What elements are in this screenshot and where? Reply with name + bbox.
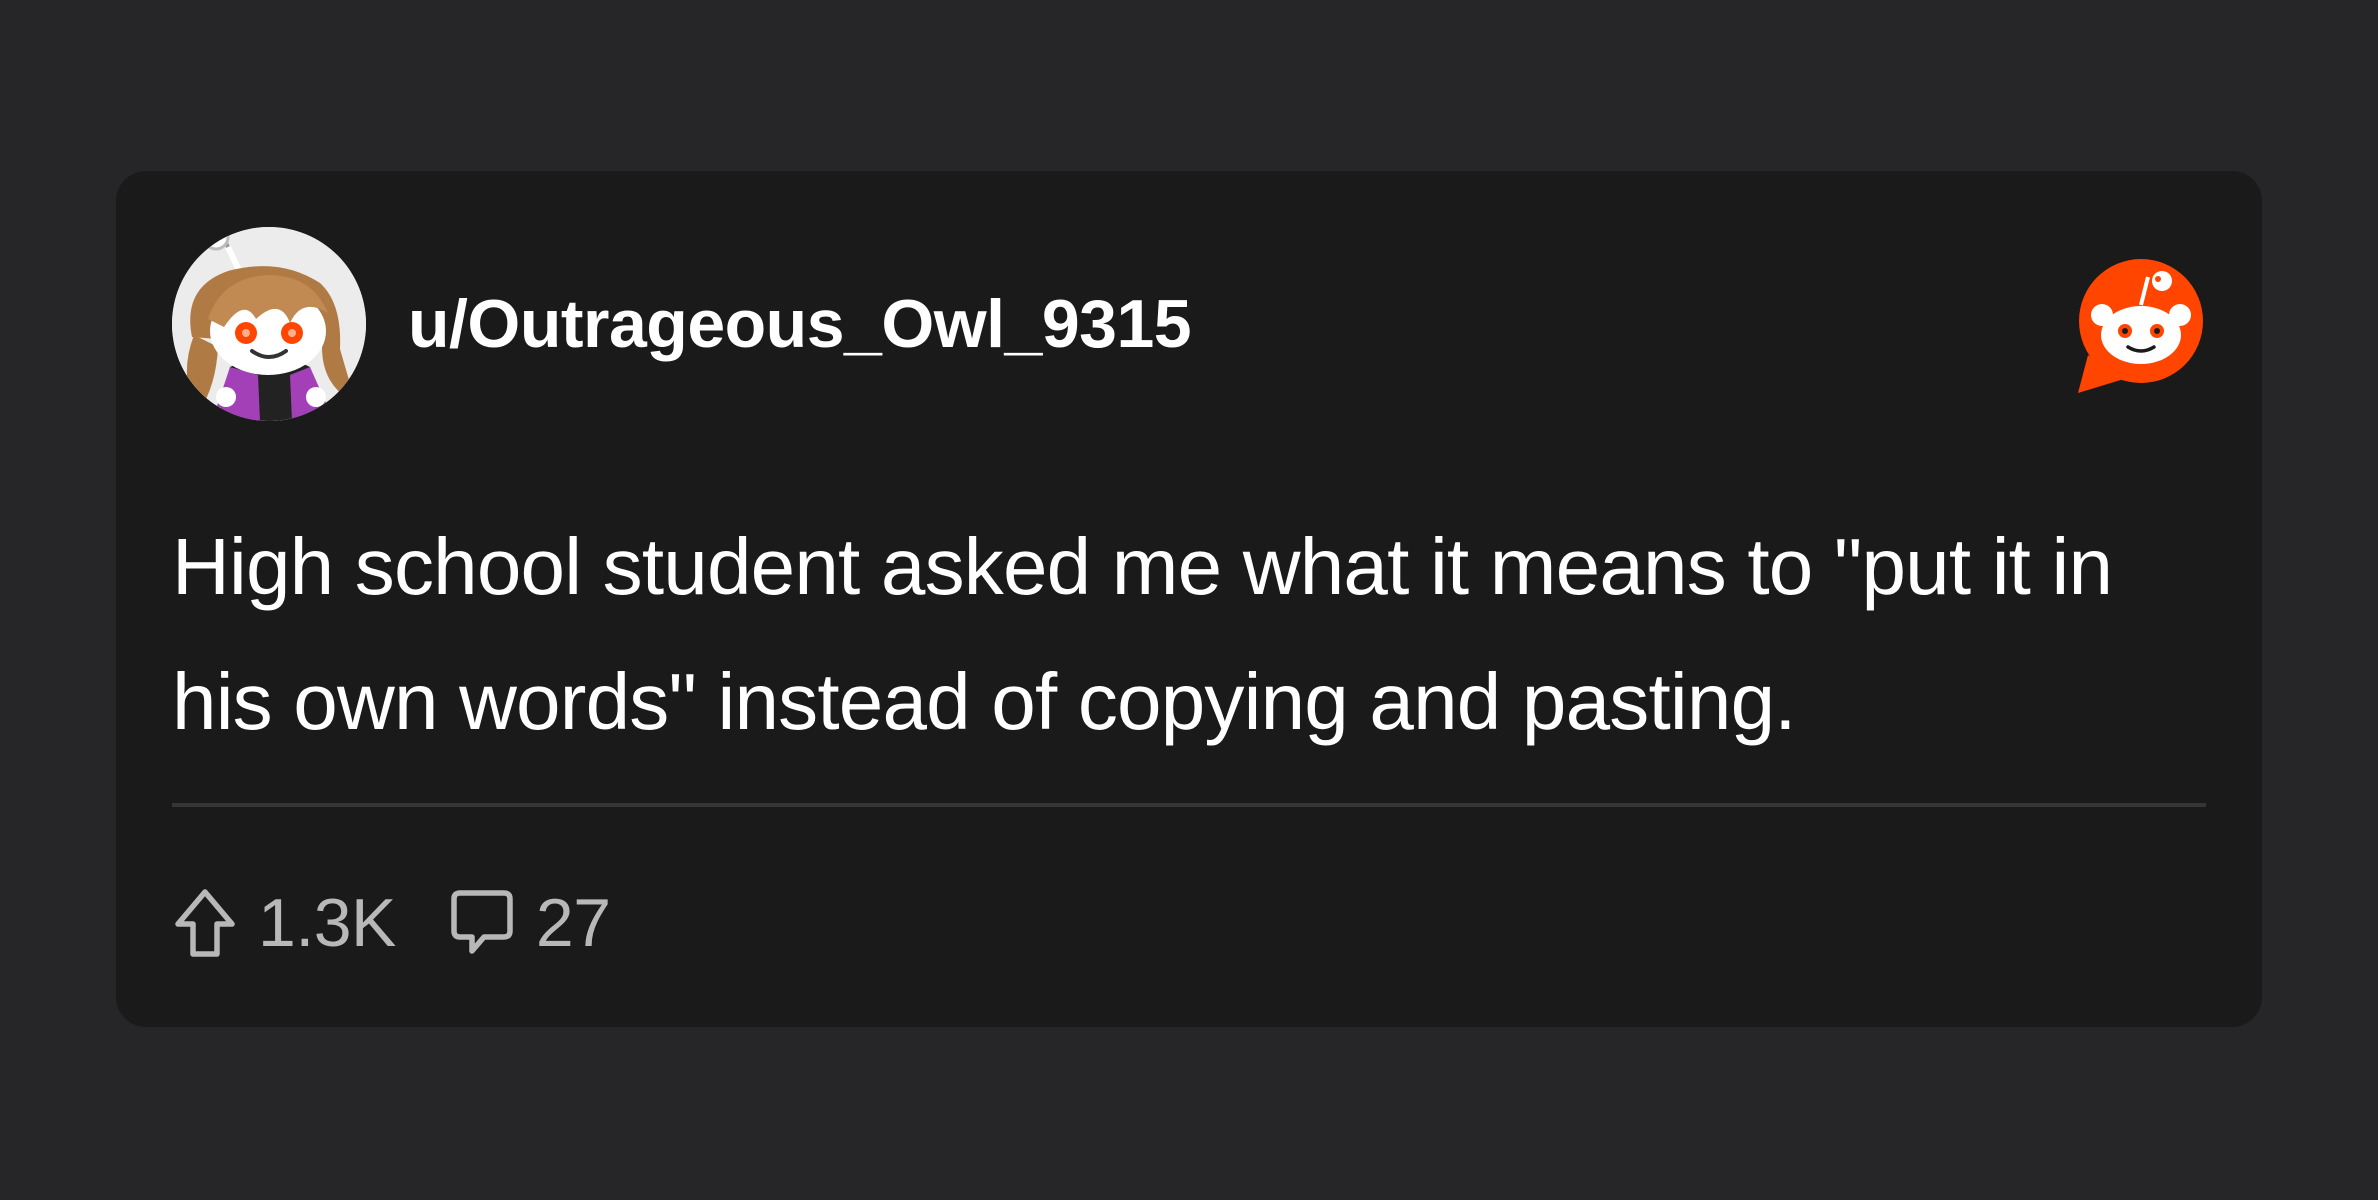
comment-count: 27 bbox=[535, 885, 611, 961]
user-avatar[interactable] bbox=[172, 227, 366, 421]
upvote-button[interactable]: 1.3K bbox=[172, 883, 396, 963]
post-author-username[interactable]: u/Outrageous_Owl_9315 bbox=[408, 283, 1192, 365]
reddit-logo-icon bbox=[2074, 259, 2208, 393]
avatar-snoo-icon bbox=[172, 227, 366, 421]
post-actions: 1.3K 27 bbox=[172, 875, 611, 971]
comments-button[interactable]: 27 bbox=[448, 883, 611, 963]
post-card[interactable]: u/Outrageous_Owl_9315 High school studen… bbox=[116, 171, 2262, 1027]
upvote-count: 1.3K bbox=[258, 885, 396, 961]
comment-bubble-icon bbox=[451, 890, 513, 954]
upvote-arrow-icon bbox=[175, 889, 235, 957]
post-title[interactable]: High school student asked me what it mea… bbox=[172, 499, 2212, 769]
divider bbox=[172, 803, 2206, 807]
